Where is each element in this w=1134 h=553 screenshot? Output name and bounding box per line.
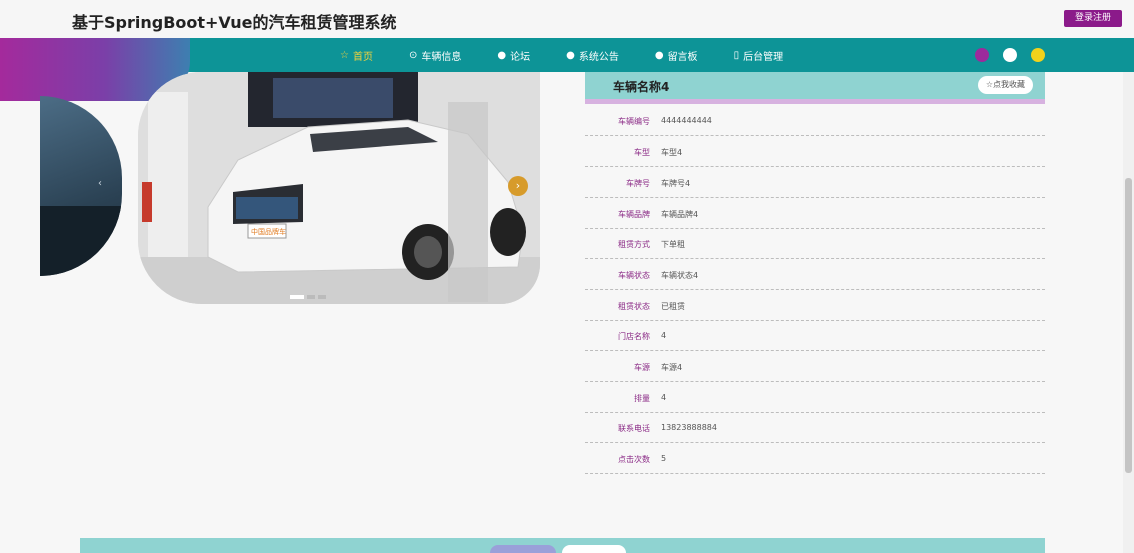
carousel-indicators [290, 295, 326, 299]
field-value: 车源4 [661, 363, 683, 372]
field-label: 车辆编号 [618, 117, 650, 126]
nav-item-label: 车辆信息 [421, 51, 462, 63]
nav-menu: ☆ 首页 ⊙ 车辆信息 ● 论坛 ● 系统公告 ● 留言板 ▯ 后台管理 [340, 38, 819, 72]
carousel-prev-slide[interactable]: ‹ [40, 96, 122, 276]
chevron-right-icon: › [515, 179, 521, 192]
tab-comments[interactable] [562, 545, 626, 553]
detail-row: 租赁方式 下单租 [585, 228, 1045, 259]
field-value: 车牌号4 [661, 179, 691, 188]
detail-row: 车源 车源4 [585, 351, 1045, 382]
field-label: 车牌号 [626, 179, 650, 188]
car-photo: 中国品牌车 [138, 72, 540, 304]
detail-row: 车辆状态 车辆状态4 [585, 259, 1045, 290]
nav-item-vehicles[interactable]: ⊙ 车辆信息 [409, 48, 461, 63]
detail-header: 车辆名称4 ☆点我收藏 [585, 72, 1045, 104]
detail-row: 车牌号 车牌号4 [585, 167, 1045, 198]
field-label: 车源 [634, 363, 650, 372]
theme-purple-dot[interactable] [975, 48, 989, 62]
road-shadow [40, 206, 122, 276]
field-label: 点击次数 [618, 455, 650, 464]
detail-row: 租赁状态 已租赁 [585, 290, 1045, 321]
nav-item-admin[interactable]: ▯ 后台管理 [734, 48, 784, 63]
field-value: 下单租 [661, 240, 685, 249]
chevron-left-icon[interactable]: ‹ [98, 178, 102, 189]
nav-item-notice[interactable]: ● 系统公告 [566, 48, 619, 63]
carousel-dot[interactable] [290, 295, 304, 299]
field-value: 13823888884 [661, 423, 717, 432]
nav-item-label: 后台管理 [743, 51, 784, 63]
theme-yellow-dot[interactable] [1031, 48, 1045, 62]
vehicle-name: 车辆名称4 [613, 80, 670, 94]
nav-item-forum[interactable]: ● 论坛 [497, 48, 530, 63]
field-label: 门店名称 [618, 332, 650, 341]
field-value: 车型4 [661, 148, 683, 157]
field-label: 车辆品牌 [618, 210, 650, 219]
car-icon: ⊙ [408, 49, 418, 61]
site-title: 基于SpringBoot+Vue的汽车租赁管理系统 [72, 13, 397, 32]
detail-row: 车辆品牌 车辆品牌4 [585, 198, 1045, 229]
dot-icon: ● [654, 49, 664, 61]
detail-row: 门店名称 4 [585, 320, 1045, 351]
admin-icon: ▯ [733, 49, 740, 61]
field-value: 4 [661, 331, 667, 340]
detail-row: 点击次数 5 [585, 443, 1045, 474]
plate-text: 中国品牌车 [251, 227, 286, 236]
field-value: 5 [661, 454, 667, 463]
nav-item-home[interactable]: ☆ 首页 [340, 48, 373, 63]
nav-item-label: 首页 [352, 51, 373, 63]
nav-item-messages[interactable]: ● 留言板 [655, 48, 698, 63]
field-value: 4444444444 [661, 116, 712, 125]
tab-details[interactable] [490, 545, 556, 553]
detail-row: 联系电话 13823888884 [585, 412, 1045, 443]
field-value: 车辆品牌4 [661, 210, 699, 219]
field-value: 已租赁 [661, 302, 685, 311]
nav-item-label: 系统公告 [578, 51, 619, 63]
top-bar: 基于SpringBoot+Vue的汽车租赁管理系统 登录注册 [0, 0, 1134, 39]
nav-item-label: 留言板 [667, 51, 698, 63]
field-label: 排量 [634, 394, 650, 403]
field-value: 4 [661, 393, 667, 402]
carousel-dot[interactable] [318, 295, 326, 299]
detail-row: 排量 4 [585, 382, 1045, 413]
dot-icon: ● [566, 49, 575, 61]
field-label: 车型 [634, 148, 650, 157]
field-value: 车辆状态4 [661, 271, 699, 280]
detail-row: 车型 车型4 [585, 136, 1045, 167]
favorite-button[interactable]: ☆点我收藏 [977, 76, 1033, 94]
carousel-main-slide: 中国品牌车 [138, 72, 540, 304]
scrollbar-thumb[interactable] [1125, 178, 1132, 473]
nav-item-label: 论坛 [510, 51, 531, 63]
carousel-next-button[interactable]: › [508, 176, 528, 196]
theme-white-dot[interactable] [1003, 48, 1017, 62]
field-label: 车辆状态 [618, 271, 650, 280]
detail-row: 车辆编号 4444444444 [585, 105, 1045, 136]
field-label: 联系电话 [618, 424, 650, 433]
carousel-dot[interactable] [307, 295, 315, 299]
star-icon: ☆ [340, 49, 349, 61]
field-label: 租赁方式 [618, 240, 650, 249]
field-label: 租赁状态 [618, 302, 650, 311]
dot-icon: ● [497, 49, 507, 61]
login-register-button[interactable]: 登录注册 [1064, 10, 1122, 27]
